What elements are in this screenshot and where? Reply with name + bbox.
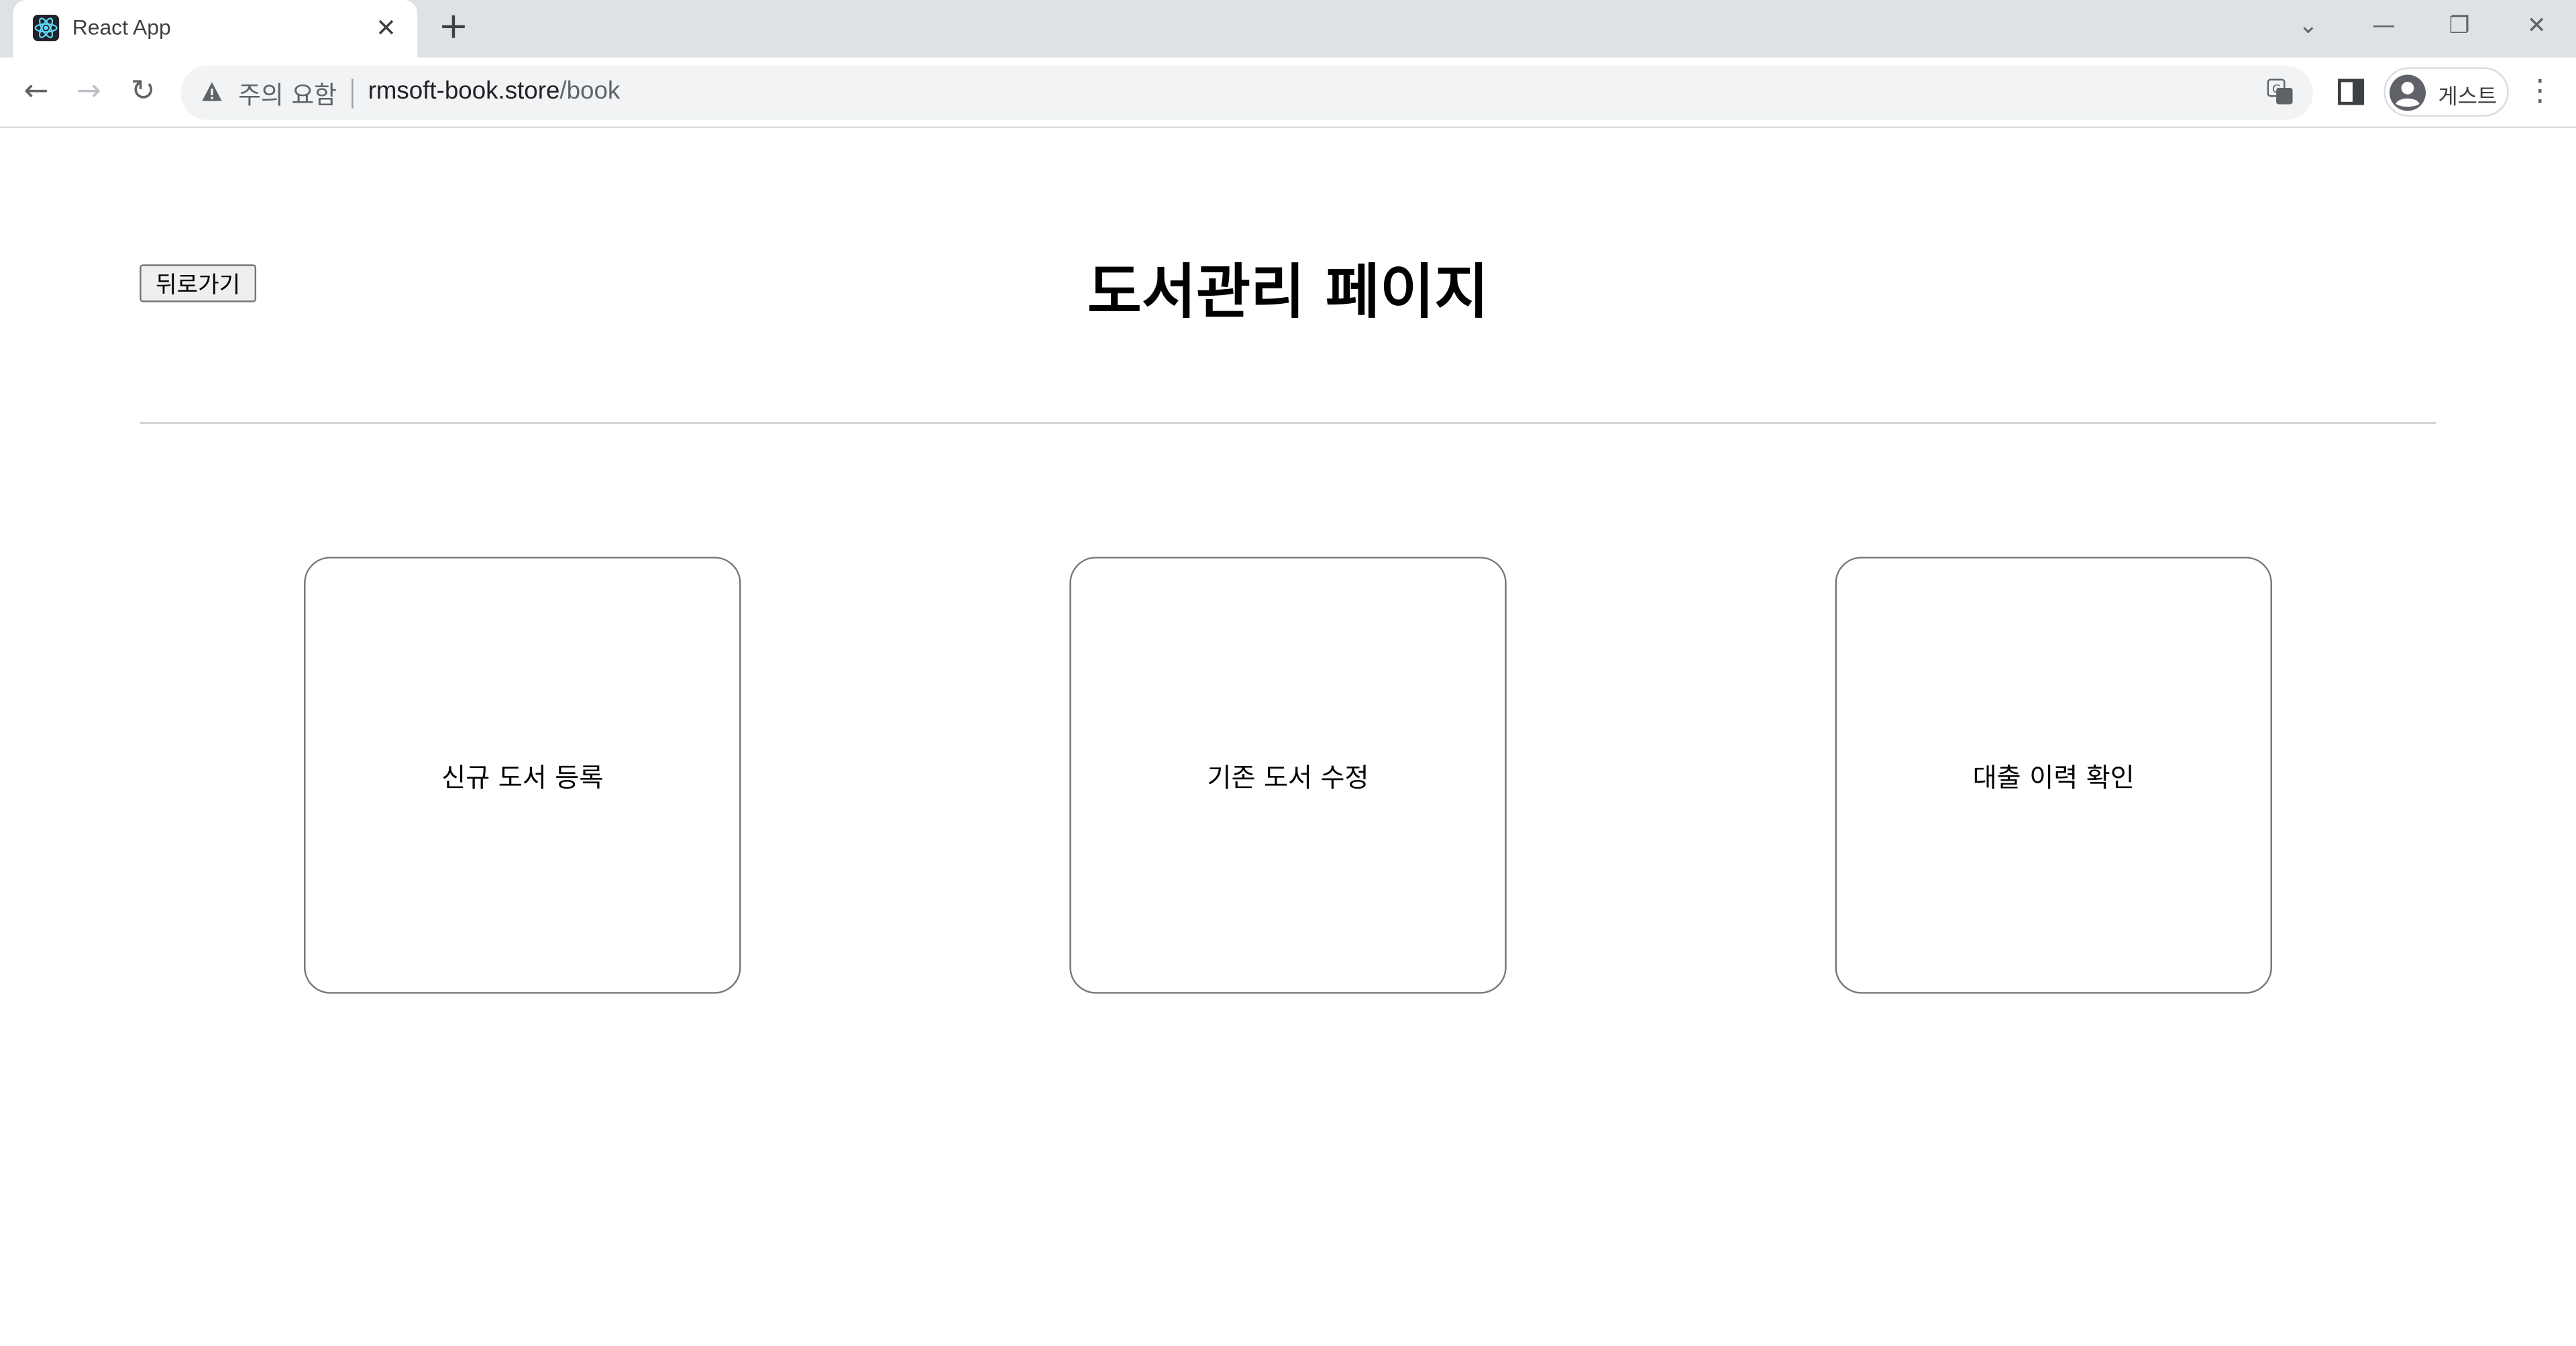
reload-icon[interactable]: ↻ [121, 70, 164, 113]
card-label: 신규 도서 등록 [441, 762, 604, 793]
security-warning-label[interactable]: 주의 요함 [238, 77, 337, 111]
profile-label: 게스트 [2438, 85, 2498, 111]
address-bar[interactable]: 주의 요함 rmsoft-book.store/book G [180, 65, 2314, 120]
divider [140, 422, 2436, 424]
omnibox-divider [352, 78, 354, 109]
restore-icon[interactable]: ❐ [2440, 8, 2479, 44]
browser-toolbar: ← → ↻ 주의 요함 rmsoft-book.store/book G 게스트… [0, 57, 2576, 129]
back-arrow-icon[interactable]: ← [15, 70, 58, 113]
avatar-icon [2390, 74, 2426, 111]
tab-close-icon[interactable]: ✕ [371, 13, 400, 43]
close-window-icon[interactable]: ✕ [2517, 8, 2557, 44]
side-panel-icon[interactable] [2337, 78, 2365, 105]
minimize-icon[interactable]: — [2364, 8, 2404, 44]
forward-arrow-icon[interactable]: → [67, 70, 110, 113]
translate-icon[interactable]: G [2267, 78, 2294, 105]
new-tab-button[interactable]: + [434, 9, 474, 50]
warning-icon [202, 82, 222, 101]
kebab-menu-icon[interactable]: ⋮ [2525, 74, 2555, 110]
svg-text:G: G [2272, 82, 2281, 96]
tab-strip: React App ✕ + ⌄ — ❐ ✕ [0, 0, 2576, 58]
page-title: 도서관리 페이지 [1087, 259, 1489, 327]
card-label: 기존 도서 수정 [1207, 762, 1369, 793]
url-text[interactable]: rmsoft-book.store/book [368, 77, 621, 105]
url-host: rmsoft-book.store [368, 77, 560, 105]
tab-search-icon[interactable]: ⌄ [2288, 8, 2328, 44]
new-book-register-card[interactable]: 신규 도서 등록 [304, 557, 741, 994]
profile-button[interactable]: 게스트 [2383, 67, 2509, 117]
card-label: 대출 이력 확인 [1972, 762, 2135, 793]
page-content: 뒤로가기 도서관리 페이지 신규 도서 등록 기존 도서 수정 대출 이력 확인 [0, 129, 2576, 1345]
loan-history-card[interactable]: 대출 이력 확인 [1835, 557, 2272, 994]
react-favicon-icon [32, 15, 60, 42]
edit-book-card[interactable]: 기존 도서 수정 [1069, 557, 1507, 994]
browser-tab[interactable]: React App ✕ [13, 0, 418, 58]
url-path: /book [559, 77, 621, 105]
tab-title: React App [72, 15, 171, 40]
